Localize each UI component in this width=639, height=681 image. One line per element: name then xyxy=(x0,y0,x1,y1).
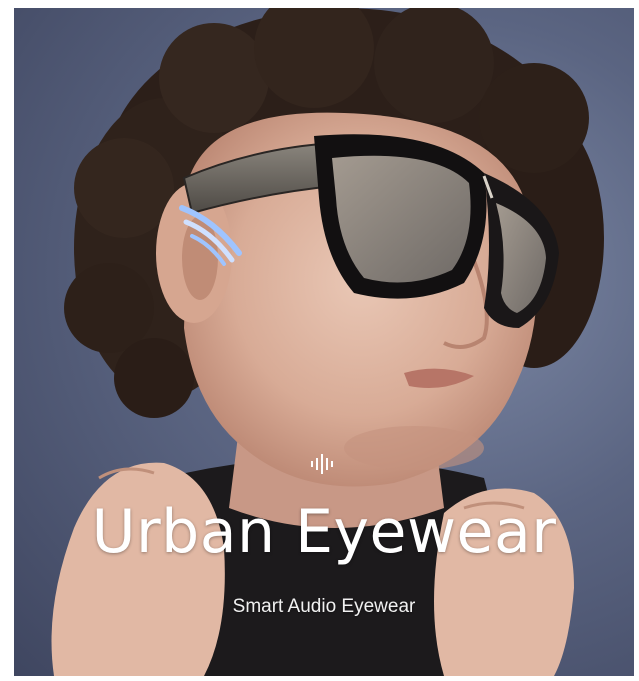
model-photo xyxy=(51,8,604,676)
product-banner: Urban Eyewear Smart Audio Eyewear xyxy=(14,8,634,676)
subtitle: Smart Audio Eyewear xyxy=(232,596,416,617)
headline: Urban Eyewear xyxy=(91,497,557,567)
sound-wave-icon xyxy=(311,454,333,474)
